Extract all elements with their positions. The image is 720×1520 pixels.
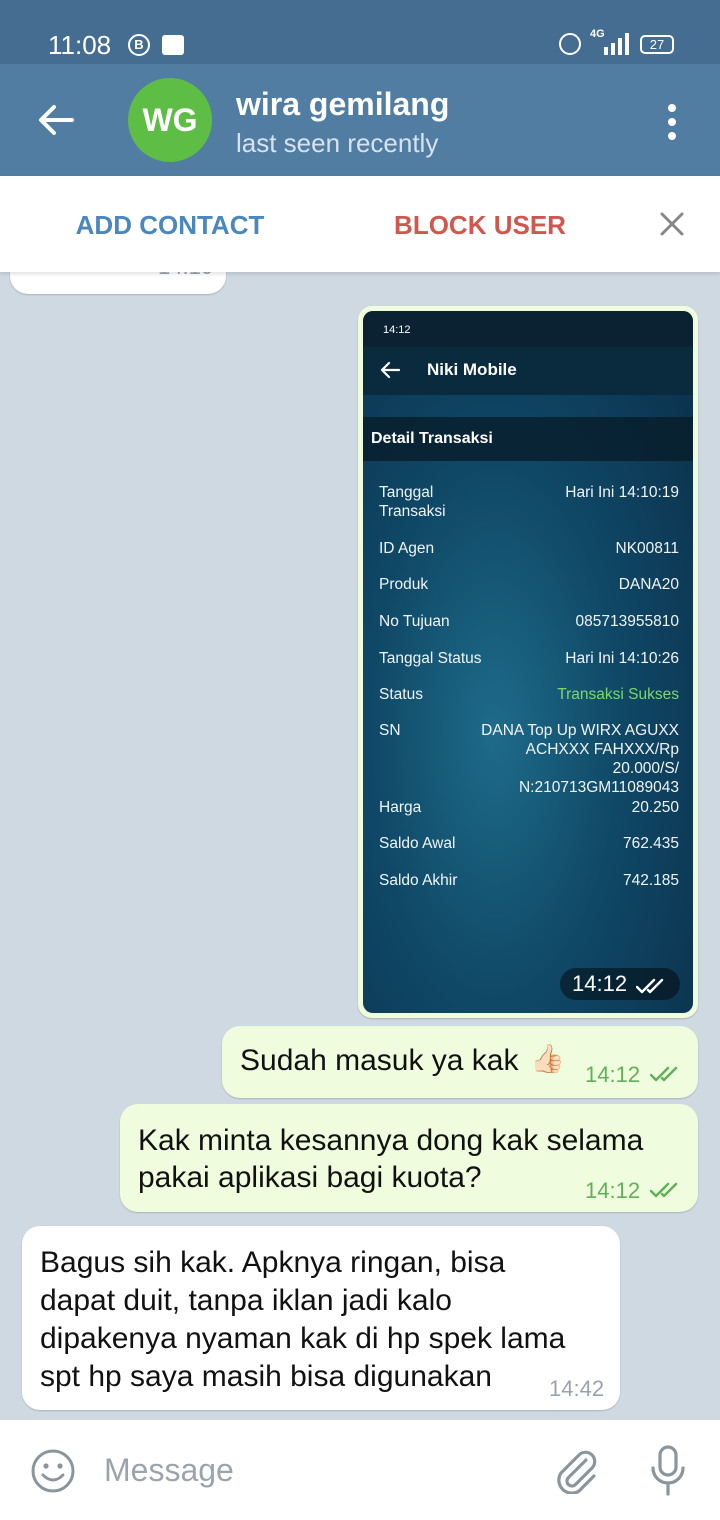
screenshot-app-title: Niki Mobile [427, 360, 517, 379]
message-text: Sudah masuk ya kak [240, 1044, 519, 1077]
add-contact-button[interactable]: ADD CONTACT [0, 176, 340, 272]
last-seen-status: last seen recently [236, 128, 439, 158]
previous-message-bubble[interactable]: 14:10 [10, 272, 226, 294]
status-bar: 11:08 B 4G 27 [0, 0, 720, 64]
message-time: 14:12 [585, 1062, 641, 1087]
status-time: 11:08 [48, 30, 112, 60]
message-text: dapat duit, tanpa iklan jadi kalo [40, 1284, 452, 1317]
message-text: Kak minta kesannya dong kak selama [138, 1124, 644, 1157]
read-checks-icon [636, 978, 664, 994]
close-icon[interactable] [656, 208, 688, 240]
row-value: 742.185 [622, 872, 679, 889]
signal-icon [604, 33, 629, 55]
screenshot-section-header: Detail Transaksi [363, 417, 693, 461]
message-text: Bagus sih kak. Apknya ringan, bisa [40, 1246, 506, 1279]
row-label: Produk [379, 576, 429, 593]
network-type: 4G [590, 28, 605, 40]
screenshot-app-bar: Niki Mobile [363, 347, 693, 395]
message-input[interactable] [104, 1444, 524, 1496]
row-label: No Tujuan [379, 613, 450, 630]
microphone-icon[interactable] [648, 1444, 688, 1498]
row-label: Saldo Akhir [379, 872, 458, 889]
message-composer [0, 1420, 720, 1520]
status-value: Transaksi Sukses [557, 686, 679, 703]
row-label: SN [379, 722, 401, 739]
row-label: Harga [379, 799, 422, 816]
read-checks-icon [650, 1182, 678, 1198]
row-label: ID Agen [379, 540, 435, 557]
emoji-icon[interactable] [30, 1448, 76, 1494]
row-label: Saldo Awal [379, 835, 456, 852]
row-label: Tanggal Transaksi [379, 484, 446, 520]
message-text: pakai aplikasi bagi kuota? [138, 1161, 482, 1194]
row-value: 20.250 [631, 799, 679, 816]
screenshot-status-bar: 14:12 [363, 311, 693, 347]
screenshot-time: 14:12 [383, 324, 411, 336]
incoming-message-bubble[interactable]: Bagus sih kak. Apknya ringan, bisa dapat… [22, 1226, 620, 1410]
section-title: Detail Transaksi [371, 430, 493, 447]
cast-icon [162, 35, 184, 55]
read-checks-icon [650, 1066, 678, 1082]
screenshot-back-icon [380, 361, 401, 379]
row-value: NK00811 [615, 540, 679, 557]
alarm-icon [559, 33, 581, 55]
block-user-button[interactable]: BLOCK USER [310, 176, 650, 272]
photo-message[interactable]: 14:12 Niki Mobile Detail Transaksi Tangg… [358, 306, 698, 1018]
row-value: Hari Ini 14:10:26 [565, 650, 679, 667]
contact-action-bar: ADD CONTACT BLOCK USER [0, 176, 720, 272]
outgoing-message-bubble[interactable]: Kak minta kesannya dong kak selama pakai… [120, 1104, 698, 1212]
thumbs-up-emoji: 👍🏻 [530, 1043, 565, 1074]
row-value: DANA20 [618, 576, 679, 593]
more-vertical-icon[interactable] [660, 102, 684, 142]
row-label: Status [379, 686, 423, 703]
back-arrow-icon[interactable] [36, 100, 76, 140]
screenshot-image: 14:12 Niki Mobile Detail Transaksi Tangg… [363, 311, 693, 1013]
row-value: 085713955810 [575, 613, 679, 630]
outgoing-message-bubble[interactable]: Sudah masuk ya kak 👍🏻 14:12 [222, 1026, 698, 1098]
battery-icon: 27 [640, 35, 674, 54]
b-notification-icon: B [128, 34, 150, 56]
message-time: 14:12 [585, 1178, 641, 1203]
avatar[interactable]: WG [128, 78, 212, 162]
contact-name[interactable]: wira gemilang [236, 86, 449, 123]
chat-header: WG wira gemilang last seen recently [0, 64, 720, 176]
row-value: 762.435 [622, 835, 679, 852]
message-text: dipakenya nyaman kak di hp spek lama [40, 1322, 566, 1355]
row-label: Tanggal Status [379, 650, 482, 667]
message-text: spt hp saya masih bisa digunakan [40, 1360, 492, 1393]
message-time: 14:12 [572, 971, 628, 996]
row-value: Hari Ini 14:10:19 [565, 484, 679, 501]
paperclip-icon[interactable] [552, 1446, 600, 1494]
message-time: 14:10 [158, 272, 213, 280]
chat-area[interactable]: 14:10 14:12 Niki Mobile Detail Transaksi… [0, 272, 720, 1420]
message-time: 14:42 [549, 1376, 605, 1401]
row-value: DANA Top Up WIRX AGUXX ACHXXX FAHXXX/Rp … [481, 722, 679, 796]
